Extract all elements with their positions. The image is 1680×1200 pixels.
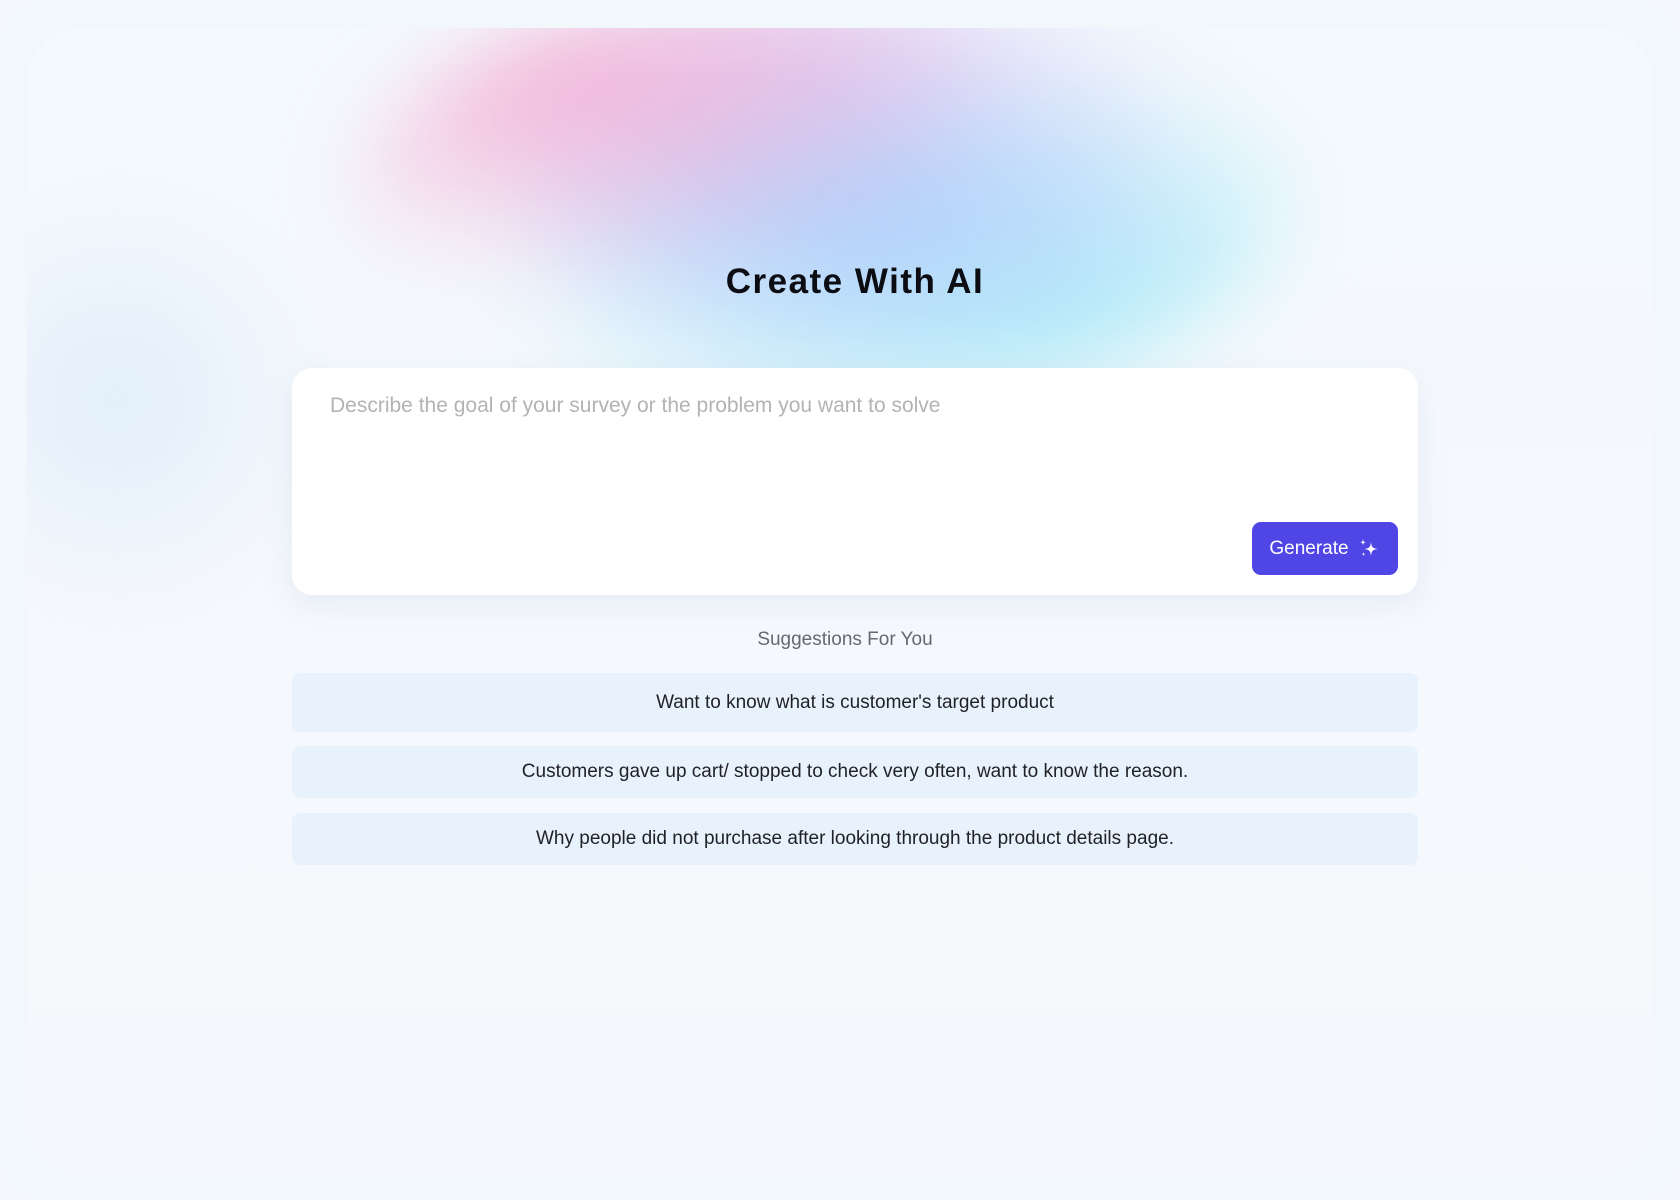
- suggestions-heading: Suggestions For You: [757, 629, 933, 650]
- prompt-card: Generate: [292, 368, 1418, 595]
- page-title: Create With AI: [725, 262, 985, 301]
- prompt-input[interactable]: [330, 394, 1370, 514]
- suggestion-item[interactable]: Why people did not purchase after lookin…: [292, 813, 1418, 865]
- side-glow: [27, 188, 327, 608]
- gradient-glow: [357, 28, 1287, 408]
- generate-button[interactable]: Generate: [1252, 522, 1398, 575]
- suggestion-item[interactable]: Customers gave up cart/ stopped to check…: [292, 746, 1418, 798]
- app-frame: Create With AI Generate Suggestions For …: [0, 0, 1680, 1200]
- main-panel: [27, 28, 1653, 1172]
- suggestions-list: Want to know what is customer's target p…: [292, 673, 1418, 865]
- sparkle-icon: [1357, 537, 1381, 561]
- suggestion-item[interactable]: Want to know what is customer's target p…: [292, 673, 1418, 732]
- generate-label: Generate: [1269, 537, 1349, 559]
